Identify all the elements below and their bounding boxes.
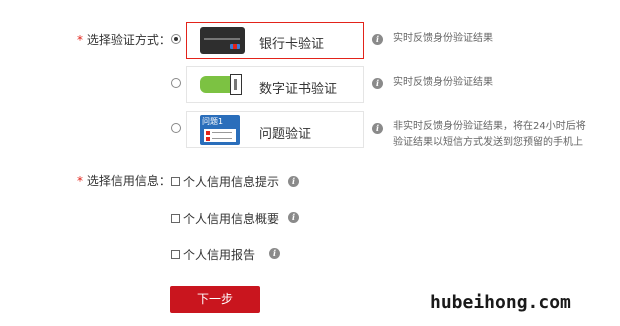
credit-item-summary[interactable]: 个人信用信息概要	[171, 210, 279, 227]
option-question[interactable]: 问题1 问题验证	[186, 111, 364, 148]
info-icon[interactable]: i	[288, 176, 299, 187]
verification-method-label: * 选择验证方式：	[77, 33, 171, 47]
radio-question[interactable]	[171, 123, 181, 133]
option-description: 非实时反馈身份验证结果，将在24小时后将 验证结果以短信方式发送到您预留的手机上	[393, 121, 586, 148]
checkbox[interactable]	[171, 250, 180, 259]
watermark-text: hubeihong.com	[430, 292, 571, 313]
required-star: *	[77, 33, 83, 47]
usb-key-icon	[200, 74, 242, 95]
radio-bank-card[interactable]	[171, 34, 181, 44]
credit-item-report[interactable]: 个人信用报告	[171, 246, 255, 263]
checkbox[interactable]	[171, 177, 180, 186]
info-icon[interactable]: i	[269, 248, 280, 259]
required-star: *	[77, 174, 83, 188]
info-icon[interactable]: i	[372, 123, 383, 134]
credit-item-hint[interactable]: 个人信用信息提示	[171, 173, 279, 190]
option-label: 数字证书验证	[259, 82, 338, 97]
checkbox[interactable]	[171, 214, 180, 223]
next-button[interactable]: 下一步	[170, 286, 260, 313]
info-icon[interactable]: i	[288, 212, 299, 223]
option-digital-certificate[interactable]: 数字证书验证	[186, 66, 364, 103]
info-icon[interactable]: i	[372, 34, 383, 45]
option-bank-card[interactable]: 银行卡验证	[186, 22, 364, 59]
option-label: 银行卡验证	[259, 37, 325, 52]
option-description: 实时反馈身份验证结果	[393, 33, 493, 44]
question-card-icon: 问题1	[200, 115, 240, 145]
radio-digital-certificate[interactable]	[171, 78, 181, 88]
option-description: 实时反馈身份验证结果	[393, 77, 493, 88]
bank-card-icon	[200, 27, 245, 54]
credit-info-label: * 选择信用信息：	[77, 174, 171, 188]
info-icon[interactable]: i	[372, 78, 383, 89]
option-label: 问题验证	[259, 127, 312, 142]
